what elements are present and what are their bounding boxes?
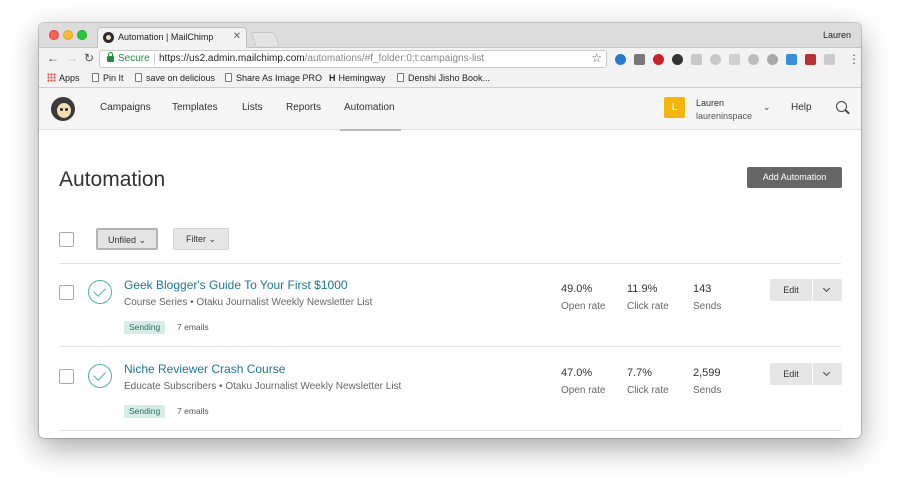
automation-meta: Educate Subscribers • Otaku Journalist W… bbox=[124, 381, 402, 392]
list-item: Geek Blogger's Guide To Your First $1000… bbox=[39, 266, 861, 350]
click-rate-value: 7.7% bbox=[627, 367, 653, 379]
content-area: Automation Add Automation Unfiled ⌄ Filt… bbox=[39, 23, 861, 438]
sends-value: 143 bbox=[693, 283, 712, 295]
chevron-down-icon bbox=[822, 368, 831, 377]
click-rate-label: Click rate bbox=[627, 301, 669, 312]
row-checkbox[interactable] bbox=[59, 369, 74, 384]
status-badge: Sending bbox=[124, 405, 166, 418]
more-actions-button[interactable] bbox=[813, 363, 842, 385]
sends-label: Sends bbox=[693, 385, 722, 396]
list-item: Niche Reviewer Crash Course Educate Subs… bbox=[39, 350, 861, 434]
open-rate-value: 49.0% bbox=[561, 283, 593, 295]
unfiled-dropdown[interactable]: Unfiled ⌄ bbox=[96, 228, 158, 250]
edit-button[interactable]: Edit bbox=[770, 279, 812, 301]
email-count: 7 emails bbox=[177, 406, 209, 416]
open-rate-value: 47.0% bbox=[561, 367, 593, 379]
sends-value: 2,599 bbox=[693, 367, 721, 379]
automation-name-link[interactable]: Niche Reviewer Crash Course bbox=[124, 362, 285, 376]
open-rate-label: Open rate bbox=[561, 385, 606, 396]
divider bbox=[59, 263, 841, 264]
sends-label: Sends bbox=[693, 301, 722, 312]
click-rate-label: Click rate bbox=[627, 385, 669, 396]
automation-name-link[interactable]: Geek Blogger's Guide To Your First $1000 bbox=[124, 278, 348, 292]
divider bbox=[59, 346, 841, 347]
email-count: 7 emails bbox=[177, 322, 209, 332]
chevron-down-icon bbox=[822, 284, 831, 293]
edit-button[interactable]: Edit bbox=[770, 363, 812, 385]
filter-dropdown[interactable]: Filter ⌄ bbox=[173, 228, 229, 250]
automation-meta: Course Series • Otaku Journalist Weekly … bbox=[124, 297, 373, 308]
divider bbox=[59, 430, 841, 431]
check-circle-icon bbox=[88, 280, 112, 304]
more-actions-button[interactable] bbox=[813, 279, 842, 301]
select-all-checkbox[interactable] bbox=[59, 232, 74, 247]
click-rate-value: 11.9% bbox=[627, 283, 658, 295]
add-automation-button[interactable]: Add Automation bbox=[747, 167, 842, 188]
page-title: Automation bbox=[59, 168, 166, 191]
open-rate-label: Open rate bbox=[561, 301, 606, 312]
status-badge: Sending bbox=[124, 321, 166, 334]
row-checkbox[interactable] bbox=[59, 285, 74, 300]
check-circle-icon bbox=[88, 364, 112, 388]
